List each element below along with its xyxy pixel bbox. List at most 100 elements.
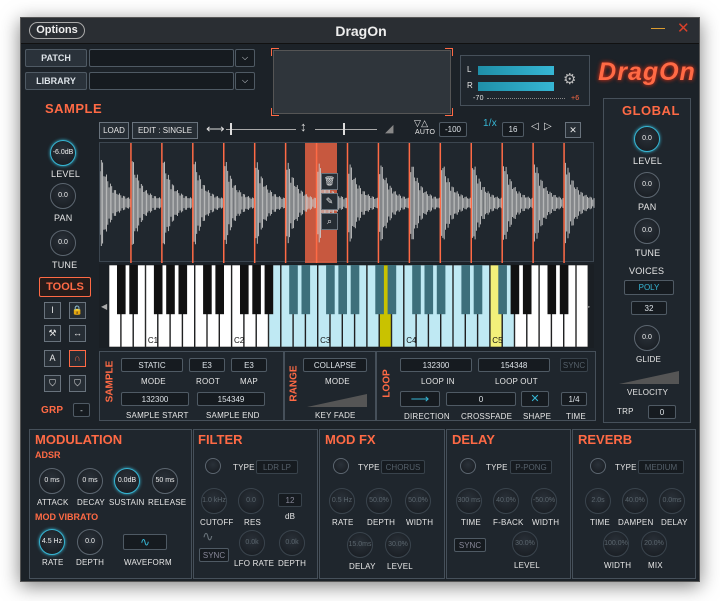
black-key[interactable] bbox=[264, 265, 274, 315]
black-key[interactable] bbox=[436, 265, 446, 315]
black-key[interactable] bbox=[547, 265, 557, 315]
slice-divide-icon[interactable]: 1/x bbox=[483, 118, 497, 129]
tool-stretch-button[interactable]: ↔ bbox=[69, 325, 86, 342]
gear-icon[interactable]: ⚙ bbox=[563, 70, 576, 88]
delete-slice-button[interactable]: 🗑 bbox=[321, 173, 338, 190]
vibrato-depth-knob[interactable]: 0.0 bbox=[77, 529, 103, 555]
black-key[interactable] bbox=[412, 265, 421, 315]
tool-shield-button[interactable]: ⛉ bbox=[44, 375, 61, 392]
slider-handle[interactable] bbox=[343, 123, 345, 135]
delay-time-knob[interactable]: 300 ms bbox=[456, 488, 482, 514]
black-key[interactable] bbox=[461, 265, 471, 315]
range-mode-field[interactable]: COLLAPSE bbox=[303, 358, 367, 372]
sample-mode-field[interactable]: STATIC bbox=[121, 358, 183, 372]
delay-level-knob[interactable]: 30.0% bbox=[512, 531, 538, 557]
reverb-power-knob[interactable] bbox=[590, 458, 606, 474]
slice-prev-icon[interactable]: ◁ bbox=[531, 121, 539, 132]
keyboard-scroll-left-icon[interactable]: ◀ bbox=[101, 302, 107, 311]
waveform-selector[interactable]: ∿ bbox=[123, 534, 167, 550]
modfx-depth-knob[interactable]: 50.0% bbox=[366, 488, 392, 514]
black-key[interactable] bbox=[239, 265, 249, 315]
edit-mode-button[interactable]: EDIT : SINGLE bbox=[132, 122, 198, 139]
white-key[interactable] bbox=[576, 265, 589, 347]
filter-slope-field[interactable]: 12 bbox=[278, 493, 302, 507]
black-key[interactable] bbox=[203, 265, 212, 315]
tool-wrench-button[interactable]: ⚒ bbox=[44, 325, 61, 342]
modfx-type-field[interactable]: CHORUS bbox=[381, 460, 425, 474]
modfx-width-knob[interactable]: 50.0% bbox=[405, 488, 431, 514]
waveform-display[interactable] bbox=[99, 142, 595, 263]
map-field[interactable]: E3 bbox=[231, 358, 267, 372]
reverb-time-knob[interactable]: 2.0s bbox=[585, 488, 611, 514]
sample-tune-knob[interactable]: 0.0 bbox=[50, 230, 76, 256]
black-key[interactable] bbox=[559, 265, 569, 315]
release-knob[interactable]: 50 ms bbox=[152, 468, 178, 494]
black-key[interactable] bbox=[387, 265, 397, 315]
reverb-delay-knob[interactable]: 0.0ms bbox=[659, 488, 685, 514]
shape-button[interactable]: ✕ bbox=[521, 391, 549, 407]
vertical-zoom-slider[interactable] bbox=[315, 129, 377, 130]
black-key[interactable] bbox=[326, 265, 335, 315]
sustain-knob[interactable]: 0.0dB bbox=[114, 468, 140, 494]
black-key[interactable] bbox=[338, 265, 348, 315]
tool-auto-button[interactable]: A bbox=[44, 350, 61, 367]
black-key[interactable] bbox=[166, 265, 175, 315]
tool-lock-button[interactable]: 🔒 bbox=[69, 302, 86, 319]
sample-level-knob[interactable]: -6.0dB bbox=[50, 140, 76, 166]
loop-sync-button[interactable]: SYNC bbox=[560, 358, 588, 372]
global-level-knob[interactable]: 0.0 bbox=[634, 126, 660, 152]
zoom-slice-button[interactable]: ⌕ bbox=[321, 213, 338, 230]
decay-knob[interactable]: 0 ms bbox=[77, 468, 103, 494]
black-key[interactable] bbox=[153, 265, 163, 315]
patch-select[interactable] bbox=[89, 49, 234, 67]
tool-loop-button[interactable]: ∩ bbox=[69, 350, 86, 367]
global-tune-knob[interactable]: 0.0 bbox=[634, 218, 660, 244]
black-key[interactable] bbox=[178, 265, 188, 315]
auto-threshold-field[interactable]: -100 bbox=[439, 122, 467, 137]
black-key[interactable] bbox=[129, 265, 138, 315]
loop-in-field[interactable]: 132300 bbox=[400, 358, 472, 372]
black-key[interactable] bbox=[473, 265, 483, 315]
delay-type-field[interactable]: P-PONG bbox=[510, 460, 552, 474]
black-key[interactable] bbox=[522, 265, 532, 315]
filter-sync-button[interactable]: SYNC bbox=[199, 548, 229, 562]
loop-time-field[interactable]: 1/4 bbox=[561, 392, 587, 406]
modfx-rate-knob[interactable]: 0.5 Hz bbox=[329, 488, 355, 514]
slider-handle[interactable] bbox=[230, 123, 232, 135]
sample-end-field[interactable]: 154349 bbox=[197, 392, 265, 406]
sample-pan-knob[interactable]: 0.0 bbox=[50, 183, 76, 209]
velocity-ramp[interactable] bbox=[619, 369, 679, 385]
modfx-delay-knob[interactable]: 15.0ms bbox=[347, 532, 373, 558]
reverb-dampen-knob[interactable]: 40.0% bbox=[622, 488, 648, 514]
black-key[interactable] bbox=[116, 265, 126, 315]
filter-power-knob[interactable] bbox=[205, 458, 221, 474]
black-key[interactable] bbox=[510, 265, 520, 315]
reverb-mix-knob[interactable]: 20.0% bbox=[641, 531, 667, 557]
black-key[interactable] bbox=[301, 265, 311, 315]
key-fade-ramp[interactable] bbox=[307, 392, 367, 408]
tool-multi-shield-button[interactable]: ⛉ bbox=[69, 375, 86, 392]
glide-knob[interactable]: 0.0 bbox=[634, 325, 660, 351]
reverb-type-field[interactable]: MEDIUM bbox=[638, 460, 684, 474]
vibrato-rate-knob[interactable]: 4.5 Hz bbox=[39, 529, 65, 555]
delay-width-knob[interactable]: -50.0% bbox=[531, 488, 557, 514]
black-key[interactable] bbox=[215, 265, 225, 315]
direction-button[interactable]: ⟶ bbox=[400, 391, 440, 407]
delay-power-knob[interactable] bbox=[460, 458, 476, 474]
delay-sync-button[interactable]: SYNC bbox=[454, 538, 486, 552]
attack-knob[interactable]: 0 ms bbox=[39, 468, 65, 494]
modfx-power-knob[interactable] bbox=[333, 458, 349, 474]
patch-dropdown-button[interactable]: ⌵ bbox=[235, 49, 255, 67]
voices-count-field[interactable]: 32 bbox=[631, 301, 667, 315]
reverb-width-knob[interactable]: 100.0% bbox=[603, 531, 629, 557]
modfx-level-knob[interactable]: 30.0% bbox=[385, 532, 411, 558]
voices-mode-field[interactable]: POLY bbox=[624, 280, 674, 295]
library-select[interactable] bbox=[89, 72, 234, 90]
horizontal-zoom-slider[interactable] bbox=[226, 129, 296, 130]
black-key[interactable] bbox=[375, 265, 384, 315]
black-key[interactable] bbox=[350, 265, 360, 315]
close-button[interactable]: ✕ bbox=[677, 19, 690, 37]
black-key[interactable] bbox=[498, 265, 507, 315]
slice-next-icon[interactable]: ▷ bbox=[544, 121, 552, 132]
crossfade-field[interactable]: 0 bbox=[446, 392, 516, 406]
